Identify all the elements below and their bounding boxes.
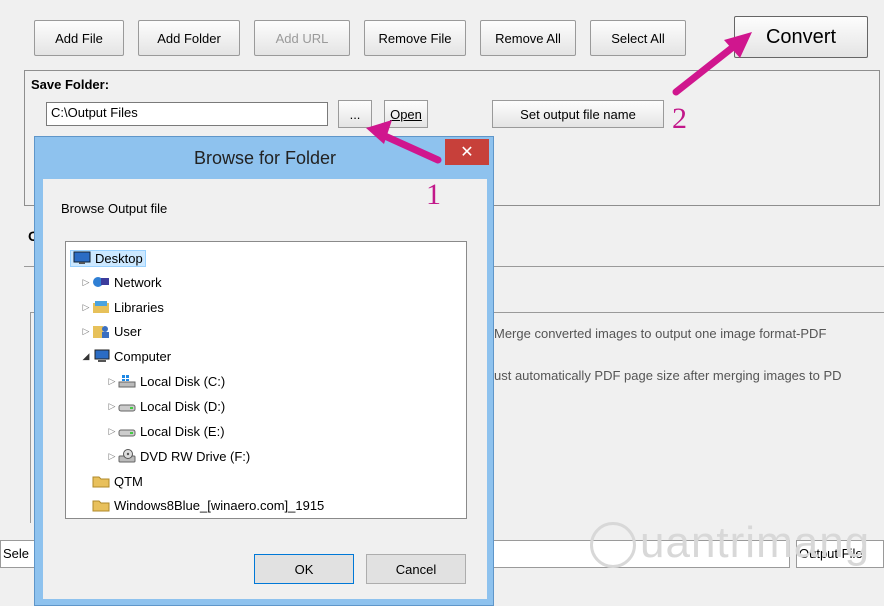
annotation-number-2: 2 <box>672 102 687 135</box>
arrow-1-icon <box>366 120 442 164</box>
annotation-number-1: 1 <box>426 178 441 211</box>
annotation-arrows <box>366 32 752 164</box>
arrow-2-icon <box>672 32 752 96</box>
